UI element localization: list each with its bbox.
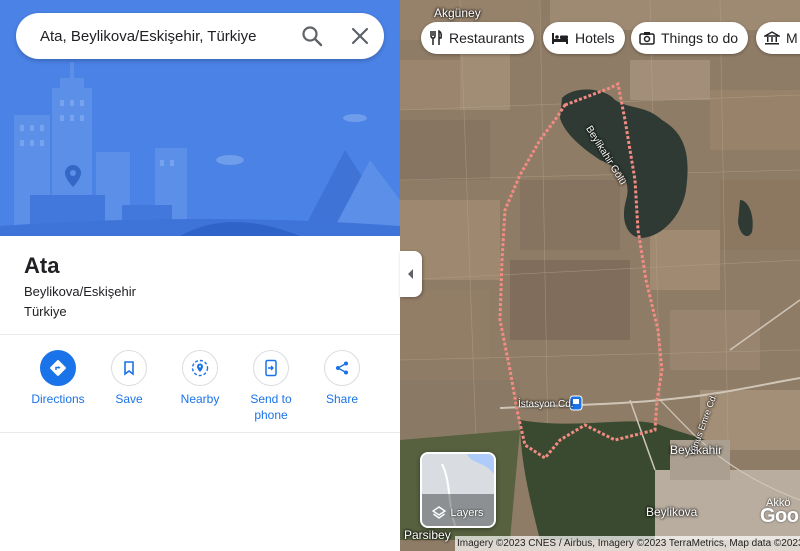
send-to-label-line2: phone — [254, 408, 288, 422]
chip-museums-label: M — [786, 30, 798, 46]
maps-app: Ata Beylikova/Eskişehir Türkiye Directio… — [0, 0, 800, 551]
map-label-village: Parsibey — [404, 528, 451, 542]
fork-knife-icon — [430, 30, 442, 45]
layers-icon — [432, 506, 447, 519]
directions-label: Directions — [31, 392, 85, 406]
bookmark-icon — [111, 350, 147, 386]
send-to-label-line1: Send to — [250, 392, 292, 406]
chip-restaurants[interactable]: Restaurants — [421, 22, 535, 54]
chip-hotels-label: Hotels — [575, 30, 615, 46]
close-icon[interactable] — [346, 22, 374, 50]
map-label-north: Akgüney — [434, 6, 481, 20]
divider — [0, 334, 400, 335]
collapse-panel-button[interactable] — [400, 251, 422, 297]
chip-hotels[interactable]: Hotels — [543, 22, 625, 54]
send-to-phone-label: Send to phone — [236, 391, 306, 423]
divider — [0, 432, 400, 433]
place-country: Türkiye — [24, 304, 67, 319]
bed-icon — [552, 33, 568, 44]
save-label: Save — [115, 392, 143, 406]
chip-things-to-do-label: Things to do — [661, 30, 739, 46]
share-button[interactable]: Share — [307, 350, 377, 407]
send-to-phone-icon — [253, 350, 289, 386]
chip-restaurants-label: Restaurants — [449, 30, 525, 46]
search-box — [16, 13, 384, 59]
save-button[interactable]: Save — [94, 350, 164, 407]
nearby-button[interactable]: Nearby — [165, 350, 235, 407]
directions-icon — [40, 350, 76, 386]
place-panel: Ata Beylikova/Eskişehir Türkiye Directio… — [0, 0, 400, 551]
layers-label-row: Layers — [422, 506, 494, 520]
google-logo: Goo — [760, 505, 799, 527]
layers-label: Layers — [450, 507, 484, 519]
directions-button[interactable]: Directions — [23, 350, 93, 407]
search-icon[interactable] — [298, 22, 326, 50]
place-title: Ata — [24, 253, 60, 278]
nearby-label: Nearby — [180, 392, 220, 406]
camera-icon — [639, 32, 655, 45]
museum-icon — [764, 31, 780, 45]
map-label-town-beylikova: Beylikova — [646, 505, 698, 519]
place-address-line: Beylikova/Eskişehir — [24, 284, 136, 299]
place-hero-illustration — [0, 0, 400, 236]
map-label-station: İstasyon Cd. — [518, 399, 574, 410]
search-input[interactable] — [40, 13, 290, 59]
layers-button[interactable]: Layers — [420, 452, 496, 528]
chip-museums[interactable]: M — [756, 22, 800, 54]
map-attribution: Imagery ©2023 CNES / Airbus, Imagery ©20… — [455, 536, 800, 551]
share-icon — [324, 350, 360, 386]
caret-left-icon — [408, 269, 413, 279]
chip-things-to-do[interactable]: Things to do — [631, 22, 749, 54]
send-to-phone-button[interactable]: Send to phone — [236, 350, 306, 423]
nearby-icon — [182, 350, 218, 386]
share-label: Share — [325, 392, 359, 406]
